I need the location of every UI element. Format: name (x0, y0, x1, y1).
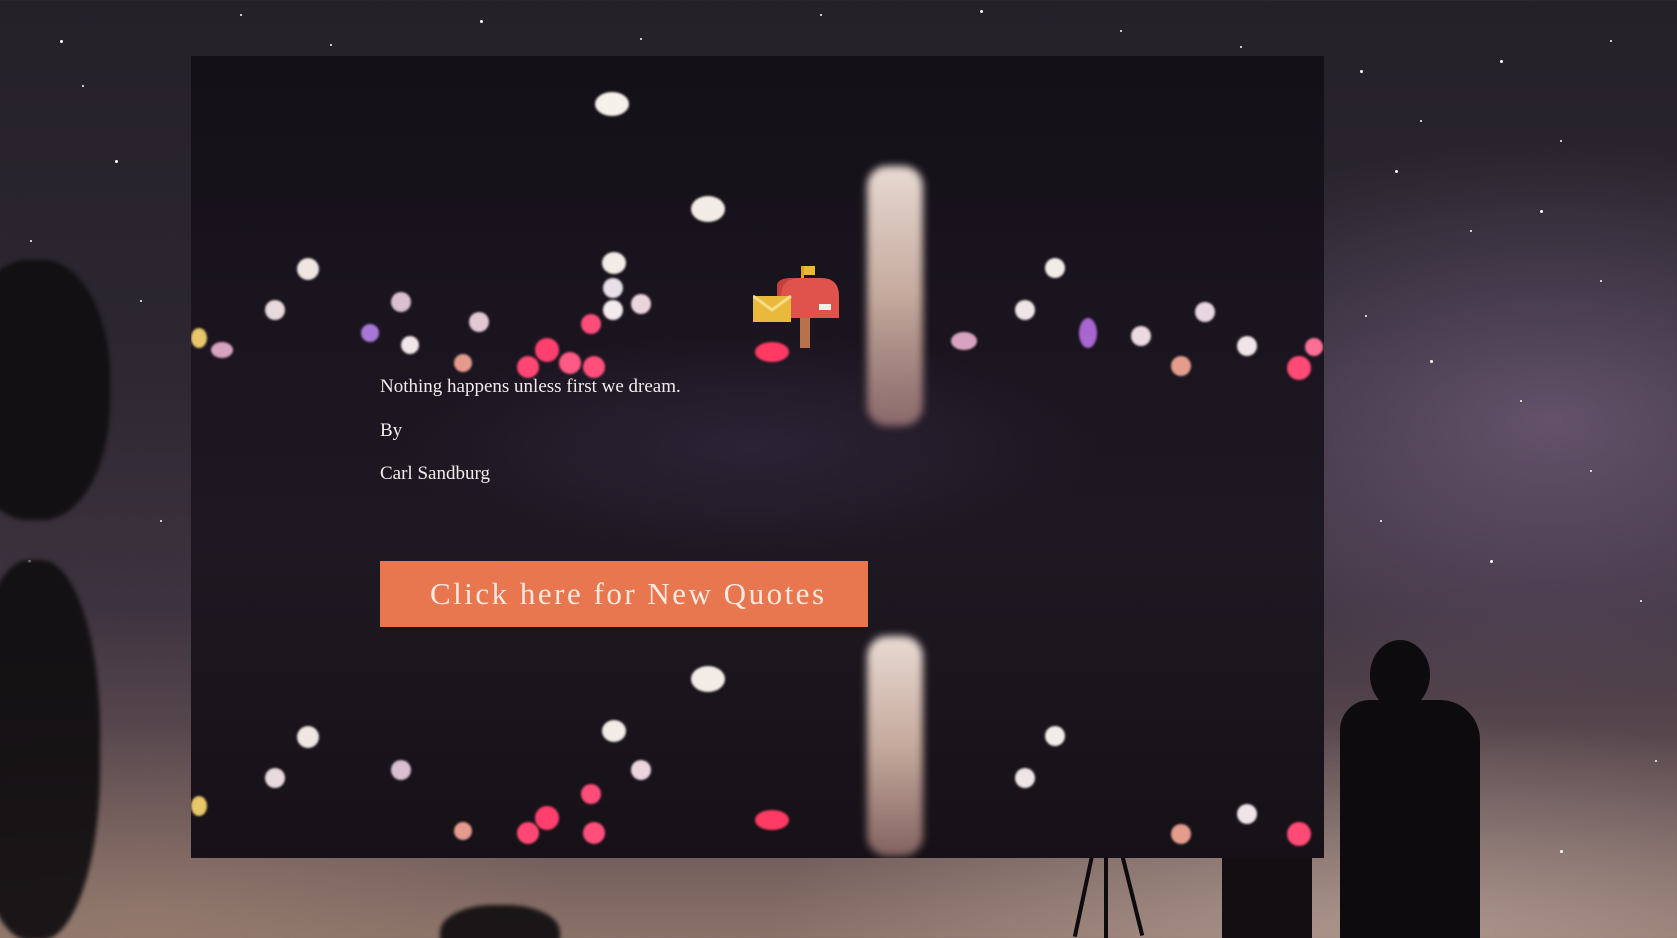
star (1360, 70, 1363, 73)
bokeh-light (583, 822, 605, 844)
star (160, 520, 162, 522)
star (1560, 850, 1563, 853)
quote-card: Nothing happens unless first we dream. B… (191, 56, 1324, 858)
bokeh-light (603, 278, 623, 298)
bokeh-light (401, 336, 419, 354)
bokeh-light (1287, 822, 1311, 846)
star (1640, 600, 1642, 602)
bokeh-light (631, 760, 651, 780)
star (1560, 140, 1562, 142)
bokeh-light (1287, 356, 1311, 380)
bokeh-light (755, 810, 789, 830)
bokeh-light (1131, 326, 1151, 346)
bokeh-light (211, 342, 233, 358)
bokeh-light (1305, 338, 1323, 356)
bokeh-light (297, 258, 319, 280)
star (1470, 230, 1472, 232)
star (1430, 360, 1433, 363)
bokeh-light (1195, 302, 1215, 322)
bokeh-light (391, 292, 411, 312)
bokeh-light (1045, 258, 1065, 278)
bokeh-light (951, 332, 977, 350)
bokeh-light (581, 314, 601, 334)
bokeh-light (631, 294, 651, 314)
light-streak (867, 166, 923, 426)
bokeh-light (535, 806, 559, 830)
quote-by-label: By (380, 420, 403, 441)
tree-silhouette (0, 560, 100, 938)
bokeh-light (265, 768, 285, 788)
star (240, 14, 242, 16)
bokeh-light (559, 352, 581, 374)
bokeh-light (1045, 726, 1065, 746)
star (1120, 30, 1122, 32)
bokeh-light (1171, 824, 1191, 844)
star (1395, 170, 1398, 173)
star (330, 44, 332, 46)
star (140, 300, 142, 302)
star (640, 38, 642, 40)
bokeh-light (517, 356, 539, 378)
bokeh-light (391, 760, 411, 780)
person-body-silhouette (1340, 700, 1480, 938)
star (1500, 60, 1503, 63)
star (1540, 210, 1543, 213)
bokeh-light (1079, 318, 1097, 348)
bokeh-light (535, 338, 559, 362)
mailbox-icon (753, 266, 839, 348)
bokeh-light (583, 356, 605, 378)
star (1490, 560, 1493, 563)
bokeh-light (602, 252, 626, 274)
bokeh-light (265, 300, 285, 320)
new-quote-button[interactable]: Click here for New Quotes (380, 561, 868, 627)
bokeh-light (1171, 356, 1191, 376)
star (1610, 40, 1612, 42)
light-streak (867, 636, 923, 856)
bokeh-light (602, 720, 626, 742)
star (1520, 400, 1522, 402)
bokeh-light (691, 666, 725, 692)
bokeh-light (603, 300, 623, 320)
star (1365, 315, 1367, 317)
star (1655, 760, 1657, 762)
star (1380, 520, 1382, 522)
star (115, 160, 118, 163)
bokeh-light (1237, 804, 1257, 824)
star (60, 40, 63, 43)
star (480, 20, 483, 23)
bokeh-light (1015, 300, 1035, 320)
tree-silhouette (0, 260, 110, 520)
bokeh-light (454, 354, 472, 372)
star (1420, 120, 1422, 122)
bokeh-light (595, 92, 629, 116)
bokeh-light (691, 196, 725, 222)
quote-author: Carl Sandburg (380, 463, 490, 484)
bokeh-light (454, 822, 472, 840)
star (1240, 46, 1242, 48)
bokeh-light (517, 822, 539, 844)
bokeh-light (297, 726, 319, 748)
bokeh-light (1237, 336, 1257, 356)
star (980, 10, 983, 13)
star (1600, 280, 1602, 282)
bush-silhouette (440, 905, 560, 938)
bokeh-light (361, 324, 379, 342)
star (30, 240, 32, 242)
bokeh-light (581, 784, 601, 804)
bokeh-light (191, 796, 207, 816)
star (1590, 470, 1592, 472)
star (820, 14, 822, 16)
bokeh-light (191, 328, 207, 348)
star (82, 85, 84, 87)
bokeh-light (469, 312, 489, 332)
bokeh-light (1015, 768, 1035, 788)
quote-text: Nothing happens unless first we dream. (380, 376, 681, 397)
